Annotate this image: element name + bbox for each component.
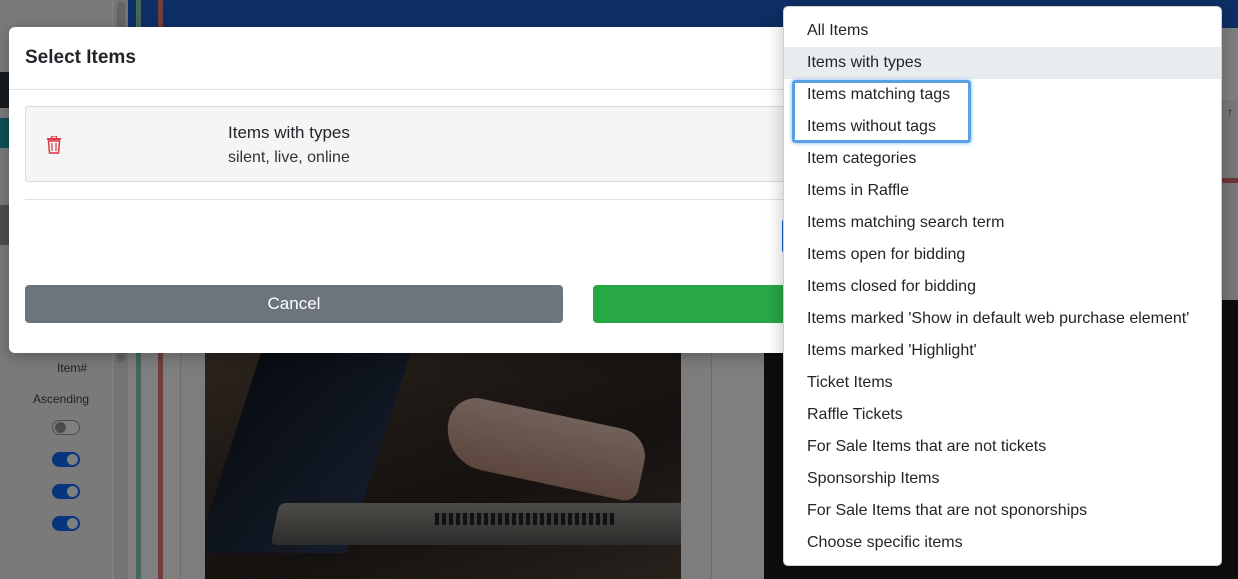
dropdown-option[interactable]: Items matching tags	[784, 79, 1221, 111]
dropdown-option[interactable]: Sponsorship Items	[784, 463, 1221, 495]
dropdown-option[interactable]: All Items	[784, 15, 1221, 47]
dropdown-option[interactable]: Choose specific items	[784, 527, 1221, 559]
dropdown-option[interactable]: Item categories	[784, 143, 1221, 175]
dropdown-option[interactable]: For Sale Items that are not tickets	[784, 431, 1221, 463]
dropdown-option[interactable]: Ticket Items	[784, 367, 1221, 399]
dropdown-option[interactable]: Items closed for bidding	[784, 271, 1221, 303]
dropdown-option[interactable]: Items marked 'Show in default web purcha…	[784, 303, 1221, 335]
rule-values: silent, live, online	[228, 149, 350, 166]
dropdown-option[interactable]: Items in Raffle	[784, 175, 1221, 207]
trash-icon[interactable]	[46, 135, 62, 154]
dropdown-option[interactable]: Raffle Tickets	[784, 399, 1221, 431]
divider	[9, 89, 809, 90]
selection-rule-card: Items with types silent, live, online	[25, 106, 805, 182]
confirm-button[interactable]	[593, 285, 809, 323]
select-items-modal: Select Items Items with types silent, li…	[9, 27, 809, 353]
dropdown-option[interactable]: Items matching search term	[784, 207, 1221, 239]
item-filter-dropdown: All Items Items with types Items matching …	[783, 6, 1222, 566]
divider	[25, 199, 809, 200]
modal-title: Select Items	[25, 47, 136, 68]
dropdown-option[interactable]: Items open for bidding	[784, 239, 1221, 271]
cancel-button[interactable]: Cancel	[25, 285, 563, 323]
rule-title: Items with types	[228, 123, 350, 142]
dropdown-option[interactable]: Items without tags	[784, 111, 1221, 143]
dropdown-option[interactable]: Items marked 'Highlight'	[784, 335, 1221, 367]
dropdown-options: All Items Items with types Items matching …	[784, 7, 1221, 559]
dropdown-option[interactable]: Items with types	[784, 47, 1221, 79]
dropdown-option[interactable]: For Sale Items that are not sponorships	[784, 495, 1221, 527]
